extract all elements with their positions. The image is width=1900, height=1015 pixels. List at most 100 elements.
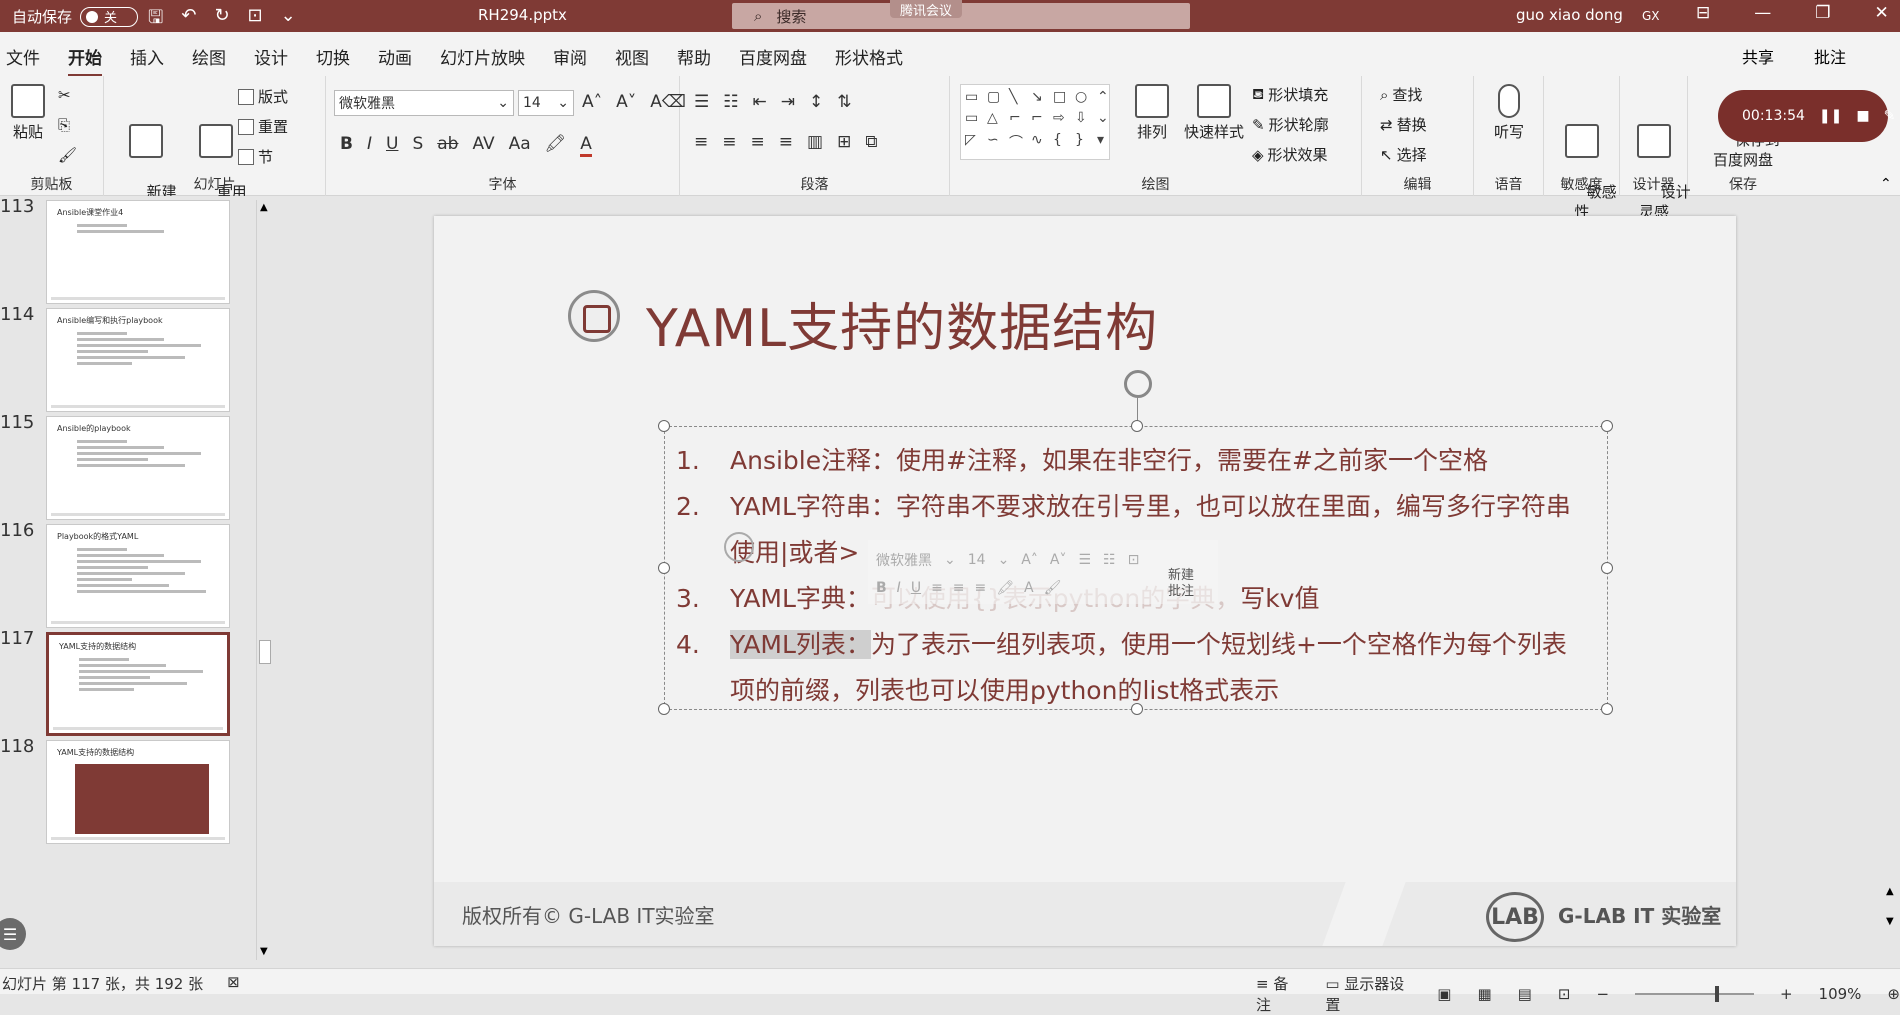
shape-fill-button[interactable]: ⛾ 形状填充 [1252,84,1328,105]
zoom-out-icon[interactable]: − [1596,985,1609,1003]
share-button[interactable]: 共享 [1742,44,1774,68]
slide-thumbnail[interactable]: Playbook的格式YAML [46,524,230,628]
align-center-icon[interactable]: ≡ [953,580,965,596]
strikethrough-icon[interactable]: ab [437,134,458,157]
select-button[interactable]: ↖ 选择 [1380,144,1427,165]
scroll-up-icon[interactable]: ▲ [1886,886,1894,897]
resize-handle[interactable] [658,703,670,715]
square-shape-icon[interactable]: □ [1053,89,1073,108]
restore-icon[interactable]: ❐ [1815,3,1830,23]
normal-view-icon[interactable]: ▣ [1437,985,1451,1003]
numbering-icon[interactable]: ☷ [723,92,738,112]
tab-5[interactable]: 切换 [316,44,350,77]
avatar[interactable]: GX [1642,9,1660,23]
text-direction-icon[interactable]: ⇅ [837,92,851,112]
wave-icon[interactable]: ∿ [1031,132,1051,155]
layout-button[interactable]: 版式 [238,86,288,107]
resize-handle[interactable] [658,420,670,432]
increase-indent-icon[interactable]: ⇥ [781,92,795,112]
line-shape-icon[interactable]: ╲ [1009,89,1029,108]
decrease-indent-icon[interactable]: ⇤ [753,92,767,112]
notes-button[interactable]: ≡ 备注 [1256,973,1299,1015]
reading-view-icon[interactable]: ▤ [1518,985,1532,1003]
slide-thumbnail[interactable]: Ansible课堂作业4 [46,200,230,304]
undo-icon[interactable]: ↶ [181,5,196,35]
customize-icon[interactable]: ⌄ [281,5,296,35]
columns-icon[interactable]: ▥ [807,132,823,152]
right-arrow-icon[interactable]: ⇨ [1053,110,1073,129]
zoom-slider[interactable] [1635,986,1754,1002]
slide-sorter-icon[interactable]: ▦ [1477,985,1491,1003]
callout-icon[interactable]: ◸ [965,132,985,155]
redo-icon[interactable]: ↻ [214,5,229,35]
slide-canvas[interactable]: YAML支持的数据结构 1. Ansible注释：使用#注释，如果在非空行，需要… [434,216,1736,946]
shadow-icon[interactable]: S [412,134,423,157]
italic-icon[interactable]: I [367,134,372,157]
font-name-select[interactable]: 微软雅黑 ⌄ [334,90,514,116]
accessibility-icon[interactable]: ⊠ [227,973,240,994]
align-right-icon[interactable]: ≡ [975,580,987,596]
stop-icon[interactable]: ■ [1856,108,1869,124]
font-color-icon[interactable]: A [1024,580,1034,596]
bold-icon[interactable]: B [876,580,887,596]
zoom-level[interactable]: 109% [1819,985,1862,1003]
find-button[interactable]: ⌕ 查找 [1380,84,1422,105]
slide-thumbnail[interactable]: YAML支持的数据结构 [46,632,230,736]
elbow-icon[interactable]: ⌐ [1009,110,1029,129]
tab-1[interactable]: 开始 [68,44,102,77]
editor-scrollbar[interactable]: ▲ ▼ [1882,196,1900,968]
tab-10[interactable]: 帮助 [677,44,711,77]
arrange-button[interactable]: 排列 [1132,84,1172,142]
ribbon-display-icon[interactable]: ⊟ [1696,3,1710,23]
down-arrow-icon[interactable]: ⇩ [1075,110,1095,129]
highlight-icon[interactable]: 🖍 [996,580,1014,596]
decrease-font-icon[interactable]: A˅ [616,92,636,112]
tab-6[interactable]: 动画 [378,44,412,77]
increase-font-icon[interactable]: A˄ [1021,552,1038,568]
autosave[interactable]: 自动保存 关 [12,6,139,27]
section-button[interactable]: 节 [238,146,273,167]
slide-thumbnail[interactable]: Ansible编写和执行playbook [46,308,230,412]
paste-button[interactable]: 粘贴 [8,84,48,142]
tab-4[interactable]: 设计 [254,44,288,77]
tab-11[interactable]: 百度网盘 [739,44,807,77]
bold-icon[interactable]: B [340,134,353,157]
numbering-icon[interactable]: ☷ [1103,552,1116,568]
justify-icon[interactable]: ≡ [779,132,793,152]
elbow2-icon[interactable]: ⌐ [1031,110,1051,129]
char-spacing-icon[interactable]: AV [472,134,494,157]
tab-2[interactable]: 插入 [130,44,164,77]
pause-icon[interactable]: ❚❚ [1819,108,1842,124]
collapse-ribbon-icon[interactable]: ⌃ [1880,176,1892,192]
shapes-gallery[interactable]: ▭ ▢ ╲ ↘ □ ○ ⌃ ▭ △ ⌐ ⌐ ⇨ ⇩ ⌄ ◸ ∽ ⌒ ∿{} ▾ [960,84,1110,160]
highlight-icon[interactable]: 🖍 [545,134,567,157]
rect-shape-icon[interactable]: ▢ [987,89,1007,108]
expand-icon[interactable]: ⌄ [1097,110,1117,129]
arrow-shape-icon[interactable]: ↘ [1031,89,1051,108]
smartart-icon[interactable]: ⧉ [865,132,877,152]
scroll-down-icon[interactable]: ▼ [260,946,268,957]
tab-8[interactable]: 审阅 [553,44,587,77]
tab-12[interactable]: 形状格式 [835,44,903,77]
slide-title[interactable]: YAML支持的数据结构 [646,286,1158,361]
new-comment-button[interactable]: 新建 批注 [1168,568,1194,600]
align-text-icon[interactable]: ⊞ [837,132,851,152]
resize-handle[interactable] [1601,420,1613,432]
more-shapes-icon[interactable]: ⌃ [1097,89,1117,108]
quick-styles-button[interactable]: 快速样式 [1182,84,1246,142]
pen-icon[interactable]: ✎ [1884,108,1896,124]
align-center-icon[interactable]: ≡ [722,132,736,152]
curve-icon[interactable]: ∽ [987,132,1007,155]
slide-thumbnail[interactable]: YAML支持的数据结构 [46,740,230,844]
copy-icon[interactable]: ⎘ [58,116,70,134]
resize-handle[interactable] [1131,420,1143,432]
user-name[interactable]: guo xiao dong [1516,6,1623,24]
change-case-icon[interactable]: Aa [509,134,531,157]
shape-effects-button[interactable]: ◈ 形状效果 [1252,144,1328,165]
gallery-more-icon[interactable]: ▾ [1097,132,1117,155]
brace-left-icon[interactable]: { [1053,132,1073,155]
textbox-shape-icon[interactable]: ▭ [965,89,985,108]
slideshow-icon[interactable]: ⊡ [1558,985,1571,1003]
font-size-select[interactable]: 14 ⌄ [518,90,574,116]
minimize-icon[interactable]: — [1754,3,1771,23]
